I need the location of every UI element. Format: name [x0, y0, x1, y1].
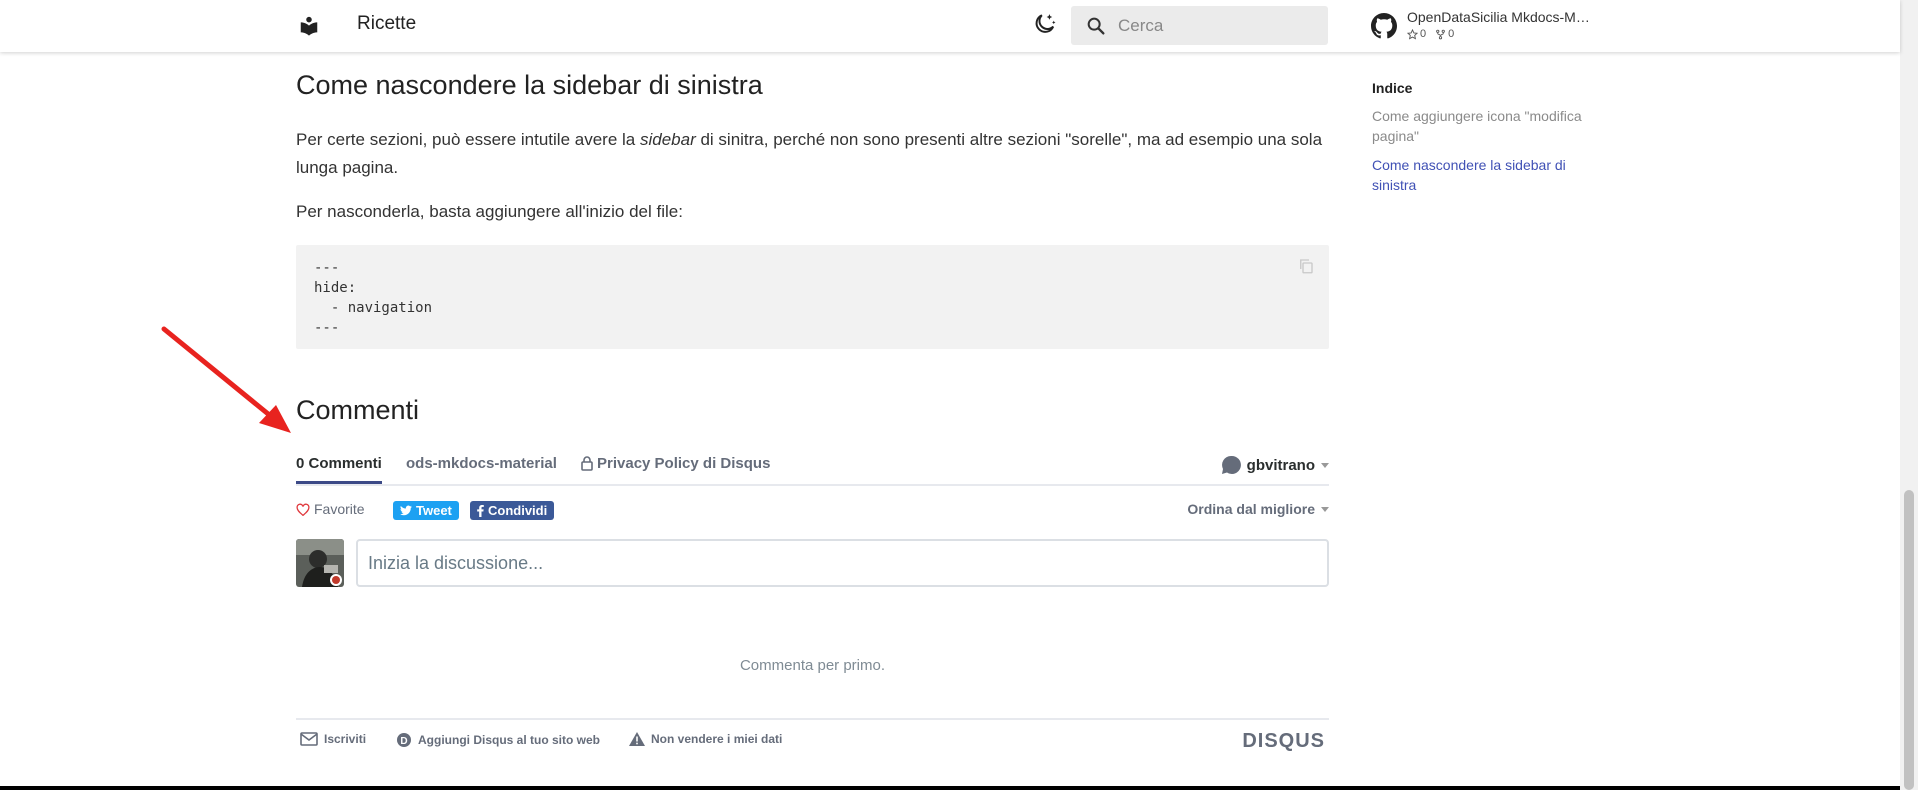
sort-label: Ordina dal migliore	[1187, 501, 1315, 517]
star-icon	[1407, 28, 1418, 40]
tab-privacy-label: Privacy Policy di Disqus	[597, 455, 771, 472]
avatar-image	[296, 539, 344, 587]
disqus-actions: Favorite Tweet Condividi Ordina dal migl…	[296, 499, 1329, 523]
fork-icon	[1436, 29, 1445, 39]
comments-heading: Commenti	[296, 395, 420, 425]
github-icon	[1371, 13, 1397, 39]
warning-icon	[629, 732, 645, 746]
code-line: ---	[314, 320, 340, 336]
repo-name: OpenDataSicilia Mkdocs-M…	[1407, 9, 1590, 25]
twitter-icon	[400, 505, 412, 516]
svg-text:D: D	[400, 736, 407, 747]
tab-privacy-policy[interactable]: Privacy Policy di Disqus	[581, 455, 770, 472]
add-disqus-label: Aggiungi Disqus al tuo sito web	[418, 733, 600, 747]
disqus-footer: Iscriviti D Aggiungi Disqus al tuo sito …	[296, 718, 1329, 758]
vertical-scrollbar[interactable]	[1900, 0, 1918, 790]
share-label: Condividi	[488, 503, 548, 518]
code-block: --- hide: - navigation ---	[296, 245, 1329, 349]
toc-item-modifica-pagina[interactable]: Come aggiungere icona "modifica pagina"	[1372, 106, 1612, 146]
disqus-tabs: 0 Commenti ods-mkdocs-material Privacy P…	[296, 449, 1329, 486]
mail-icon	[300, 732, 318, 746]
lock-icon	[581, 456, 593, 471]
book-icon[interactable]	[298, 15, 320, 37]
toc-item-nascondere-sidebar[interactable]: Come nascondere la sidebar di sinistra	[1372, 155, 1612, 195]
tweet-button[interactable]: Tweet	[393, 501, 459, 520]
code-line: ---	[314, 260, 340, 276]
table-of-contents: Indice Come aggiungere icona "modifica p…	[1372, 80, 1632, 204]
repo-stars-count: 0	[1420, 28, 1427, 40]
favorite-label: Favorite	[314, 501, 365, 517]
user-menu[interactable]: gbvitrano	[1221, 455, 1329, 475]
site-title[interactable]: Ricette	[357, 13, 416, 35]
paragraph-instruction: Per nasconderla, basta aggiungere all'in…	[296, 202, 683, 221]
repo-stars: 0	[1407, 28, 1426, 40]
repo-stats: 0 0	[1407, 28, 1454, 40]
search-icon	[1087, 17, 1105, 35]
paragraph-intro-before: Per certe sezioni, può essere intutile a…	[296, 130, 640, 149]
add-disqus-link[interactable]: D Aggiungi Disqus al tuo sito web	[396, 732, 600, 748]
sort-dropdown[interactable]: Ordina dal migliore	[1187, 501, 1329, 517]
code-line: - navigation	[314, 300, 433, 316]
favorite-button[interactable]: Favorite	[296, 501, 365, 517]
tweet-label: Tweet	[416, 503, 452, 518]
chat-bubble-icon	[1221, 455, 1241, 474]
comment-input[interactable]	[356, 539, 1329, 587]
user-name: gbvitrano	[1246, 456, 1315, 474]
subscribe-link[interactable]: Iscriviti	[300, 732, 366, 746]
search-input[interactable]	[1118, 6, 1318, 45]
section-heading: Come nascondere la sidebar di sinistra	[296, 70, 763, 100]
tab-community[interactable]: ods-mkdocs-material	[406, 455, 557, 472]
code-line: hide:	[314, 280, 357, 296]
do-not-sell-link[interactable]: Non vendere i miei dati	[629, 732, 782, 746]
heart-icon	[296, 503, 310, 516]
facebook-share-button[interactable]: Condividi	[470, 501, 555, 520]
bottom-edge	[0, 786, 1900, 790]
facebook-icon	[477, 504, 484, 517]
red-arrow	[161, 326, 291, 433]
empty-comments-message: Commenta per primo.	[739, 657, 886, 674]
disqus-logo[interactable]: DISQUS	[1242, 730, 1325, 753]
repo-forks: 0	[1435, 28, 1454, 40]
paragraph-intro: Per certe sezioni, può essere intutile a…	[296, 126, 1329, 182]
repo-forks-count: 0	[1448, 28, 1455, 40]
chevron-down-icon	[1321, 462, 1329, 468]
disqus-d-icon: D	[397, 733, 411, 747]
avatar[interactable]	[296, 539, 344, 587]
copy-icon[interactable]	[1297, 257, 1315, 275]
do-not-sell-label: Non vendere i miei dati	[651, 732, 783, 746]
chevron-down-icon	[1321, 506, 1329, 512]
paragraph-intro-em: sidebar	[639, 130, 696, 149]
repo-link[interactable]: OpenDataSicilia Mkdocs-M… 0 0	[1371, 8, 1601, 44]
subscribe-label: Iscriviti	[324, 732, 367, 746]
top-header: Ricette OpenDataSicilia Mkdocs-M… 0 0	[0, 0, 1900, 52]
tab-comments-count[interactable]: 0 Commenti	[296, 455, 382, 484]
toc-title: Indice	[1372, 80, 1413, 96]
scrollbar-thumb[interactable]	[1904, 490, 1914, 790]
search-box[interactable]	[1071, 6, 1328, 45]
dark-mode-icon[interactable]	[1031, 12, 1057, 38]
